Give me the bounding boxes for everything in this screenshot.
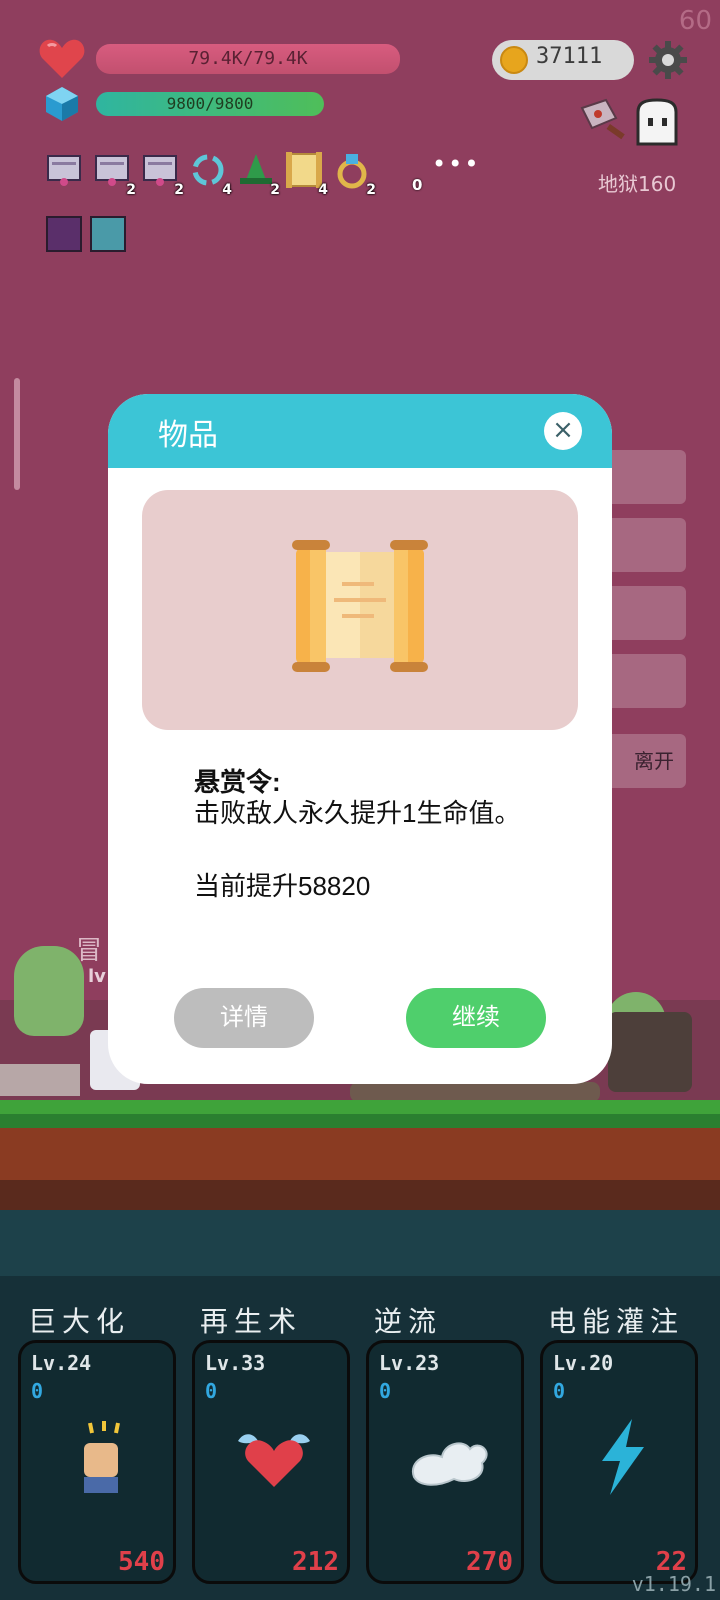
item-count: 2 <box>366 182 376 198</box>
lightbulb-buff-icon[interactable] <box>90 216 126 252</box>
skill-name: 再生术 <box>200 1306 303 1337</box>
continue-button[interactable]: 继续 <box>406 988 546 1048</box>
fps-counter: 60 <box>678 6 712 36</box>
cleaver-icon[interactable] <box>576 98 632 146</box>
side-button[interactable] <box>606 450 686 504</box>
side-button[interactable] <box>606 518 686 572</box>
inventory-item[interactable]: 2 <box>140 150 184 198</box>
inventory-item[interactable]: 4 <box>188 150 232 198</box>
demon-buff-icon[interactable] <box>46 216 82 252</box>
winged-heart-icon <box>238 1434 310 1487</box>
item-count: 2 <box>270 182 280 198</box>
skill-name: 逆流 <box>374 1306 443 1337</box>
inventory-item[interactable]: 2 <box>332 150 376 198</box>
coin-counter: 37111 <box>492 40 634 80</box>
details-button[interactable]: 详情 <box>174 988 314 1048</box>
enemy-character <box>608 1012 692 1092</box>
skill-points: 0 <box>205 1379 218 1403</box>
mp-bar: 9800/9800 <box>96 92 324 116</box>
adventurer-level: lv <box>88 966 106 987</box>
fence <box>0 1064 80 1096</box>
cloud-wing-icon <box>411 1442 488 1486</box>
side-button[interactable] <box>606 654 686 708</box>
heart-icon <box>39 39 85 78</box>
hp-bar: 79.4K/79.4K <box>96 44 400 74</box>
item-dialog: 物品 × 悬赏令: 击败敌人永久提升1生命值。 当前提升58820 详情 继续 <box>108 394 612 1084</box>
version-label: v1.19.1 <box>631 1572 716 1596</box>
inventory-item[interactable] <box>44 150 84 190</box>
skill-card[interactable]: Lv.24 0 540 <box>18 1340 176 1584</box>
item-count: 4 <box>222 182 232 198</box>
inventory-item[interactable]: 2 <box>92 150 136 198</box>
coin-value: 37111 <box>536 44 603 69</box>
skill-card[interactable]: Lv.20 0 22 <box>540 1340 698 1584</box>
item-name: 悬赏令: <box>194 767 281 797</box>
skills-panel-header <box>0 1210 720 1276</box>
ground-dirt <box>0 1128 720 1180</box>
bounty-scroll-icon <box>292 540 428 672</box>
leave-button[interactable]: 离开 <box>606 734 686 788</box>
crystal-icon <box>46 87 78 121</box>
gear-icon[interactable] <box>648 40 688 80</box>
skill-card[interactable]: Lv.23 0 270 <box>366 1340 524 1584</box>
ghost-icon[interactable] <box>632 98 682 148</box>
item-description: 击败敌人永久提升1生命值。 <box>194 798 521 828</box>
side-drawer-handle[interactable] <box>14 378 20 490</box>
lightning-icon <box>602 1419 644 1495</box>
item-count: 4 <box>318 182 328 198</box>
rocks <box>350 1082 600 1102</box>
more-items-button[interactable]: ••• <box>432 150 480 178</box>
skill-level: Lv.24 <box>31 1351 92 1375</box>
close-button[interactable]: × <box>544 412 582 450</box>
item-current-bonus: 当前提升58820 <box>194 871 371 901</box>
inventory-item[interactable]: 4 <box>284 150 328 198</box>
item-extra-count: 0 <box>412 176 423 194</box>
item-count: 2 <box>174 182 184 198</box>
stage-label: 地狱160 <box>598 172 677 196</box>
skill-cost: 270 <box>466 1547 513 1577</box>
ground-bedrock <box>0 1180 720 1210</box>
skill-level: Lv.23 <box>379 1351 440 1375</box>
item-count: 2 <box>126 182 136 198</box>
skill-name: 巨大化 <box>28 1306 131 1337</box>
skill-card[interactable]: Lv.33 0 212 <box>192 1340 350 1584</box>
scroll-banner-icon <box>47 155 81 186</box>
skill-level: Lv.20 <box>553 1351 614 1375</box>
skill-points: 0 <box>379 1379 392 1403</box>
tree <box>14 946 84 1036</box>
dialog-title: 物品 <box>158 419 218 452</box>
skill-points: 0 <box>31 1379 44 1403</box>
ground-grass-dark <box>0 1114 720 1128</box>
skill-level: Lv.33 <box>205 1351 266 1375</box>
skill-points: 0 <box>553 1379 566 1403</box>
skill-cost: 540 <box>118 1547 165 1577</box>
skill-cost: 212 <box>292 1547 339 1577</box>
adventurer-name: 冒 <box>76 936 103 966</box>
side-button[interactable] <box>606 586 686 640</box>
inventory-item[interactable]: 2 <box>236 150 280 198</box>
item-preview-card <box>142 490 578 730</box>
fist-icon <box>84 1421 120 1493</box>
skill-name: 电能灌注 <box>548 1306 685 1337</box>
coin-icon <box>500 46 528 74</box>
